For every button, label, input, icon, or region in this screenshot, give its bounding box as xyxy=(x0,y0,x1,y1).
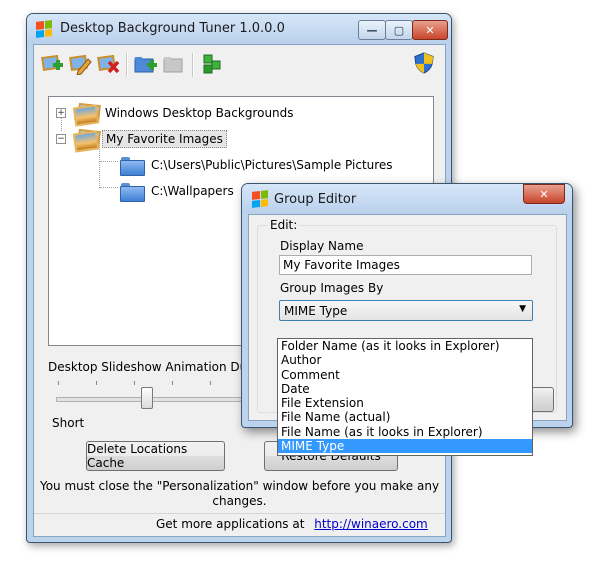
dropdown-option[interactable]: File Name (as it looks in Explorer) xyxy=(278,425,532,439)
toolbar-separator xyxy=(192,53,194,77)
maximize-button[interactable]: ▢ xyxy=(385,20,413,40)
collapse-icon[interactable]: − xyxy=(56,134,66,144)
slider-tick xyxy=(58,381,59,385)
dropdown-option[interactable]: Folder Name (as it looks in Explorer) xyxy=(278,339,532,353)
export-icon[interactable] xyxy=(200,53,224,75)
toolbar-separator xyxy=(126,53,128,77)
display-name-label: Display Name xyxy=(280,239,364,253)
add-folder-icon[interactable] xyxy=(134,53,158,75)
remove-folder-icon[interactable] xyxy=(162,53,186,75)
dropdown-option[interactable]: Date xyxy=(278,382,532,396)
group-by-dropdown-list[interactable]: Folder Name (as it looks in Explorer) Au… xyxy=(277,338,533,456)
close-button[interactable]: ✕ xyxy=(412,20,448,40)
display-name-field[interactable]: My Favorite Images xyxy=(279,255,532,275)
window-title: Desktop Background Tuner 1.0.0.0 xyxy=(60,21,285,36)
slider-tick xyxy=(96,381,97,385)
dropdown-option[interactable]: File Name (actual) xyxy=(278,410,532,424)
tree-item-label: Windows Desktop Backgrounds xyxy=(105,106,294,120)
group-by-select[interactable]: MIME Type ▼ xyxy=(279,300,533,321)
picture-group-icon xyxy=(72,102,101,127)
tree-item-windows-backgrounds[interactable]: + Windows Desktop Backgrounds xyxy=(56,102,297,127)
footer: Get more applications at http://winaero.… xyxy=(156,517,428,531)
delete-locations-cache-button[interactable]: Delete Locations Cache xyxy=(86,441,225,471)
slider-tick xyxy=(134,381,135,385)
group-by-selected-value: MIME Type xyxy=(284,303,348,318)
tree-item-label: C:\Users\Public\Pictures\Sample Pictures xyxy=(151,158,393,172)
app-icon xyxy=(36,20,52,38)
dropdown-option[interactable]: Author xyxy=(278,353,532,367)
edit-picture-icon[interactable] xyxy=(68,53,92,75)
tree-item-sample-pictures[interactable]: C:\Users\Public\Pictures\Sample Pictures xyxy=(120,154,396,176)
edit-group-label: Edit: xyxy=(268,218,300,232)
slider-tick xyxy=(210,381,211,385)
add-picture-icon[interactable] xyxy=(40,53,64,75)
dialog-title-bar[interactable]: Group Editor ✕ xyxy=(242,184,572,214)
expand-icon[interactable]: + xyxy=(56,108,66,118)
folder-icon xyxy=(120,156,145,176)
dialog-app-icon xyxy=(252,190,268,208)
dropdown-option[interactable]: File Extension xyxy=(278,396,532,410)
picture-group-icon xyxy=(72,128,101,153)
personalization-warning: You must close the "Personalization" win… xyxy=(34,479,445,509)
tree-item-favorite-images[interactable]: − My Favorite Images xyxy=(56,128,227,153)
dialog-title: Group Editor xyxy=(274,192,357,207)
tree-connector xyxy=(100,187,118,188)
main-title-bar[interactable]: Desktop Background Tuner 1.0.0.0 — ▢ ✕ xyxy=(27,14,451,44)
shield-icon xyxy=(414,52,434,74)
delete-picture-icon[interactable] xyxy=(96,53,120,75)
dialog-close-button[interactable]: ✕ xyxy=(523,184,565,204)
folder-icon xyxy=(120,182,145,202)
footer-divider xyxy=(34,513,445,514)
slider-tick xyxy=(172,381,173,385)
toolbar xyxy=(38,50,438,80)
minimize-button[interactable]: — xyxy=(358,20,386,40)
winaero-link[interactable]: http://winaero.com xyxy=(314,517,428,531)
footer-text: Get more applications at xyxy=(156,517,305,531)
tree-item-label: C:\Wallpapers xyxy=(151,184,234,198)
tree-item-wallpapers[interactable]: C:\Wallpapers xyxy=(120,180,237,202)
warning-line-2: changes. xyxy=(212,494,267,508)
group-by-label: Group Images By xyxy=(280,281,384,295)
tree-item-label: My Favorite Images xyxy=(102,130,227,148)
duration-slider-thumb[interactable] xyxy=(141,387,154,409)
dropdown-option-selected[interactable]: MIME Type xyxy=(278,439,532,454)
slider-min-label: Short xyxy=(52,416,85,430)
tree-connector xyxy=(100,161,118,162)
chevron-down-icon: ▼ xyxy=(519,304,526,314)
warning-line-1: You must close the "Personalization" win… xyxy=(39,479,440,493)
dropdown-option[interactable]: Comment xyxy=(278,368,532,382)
